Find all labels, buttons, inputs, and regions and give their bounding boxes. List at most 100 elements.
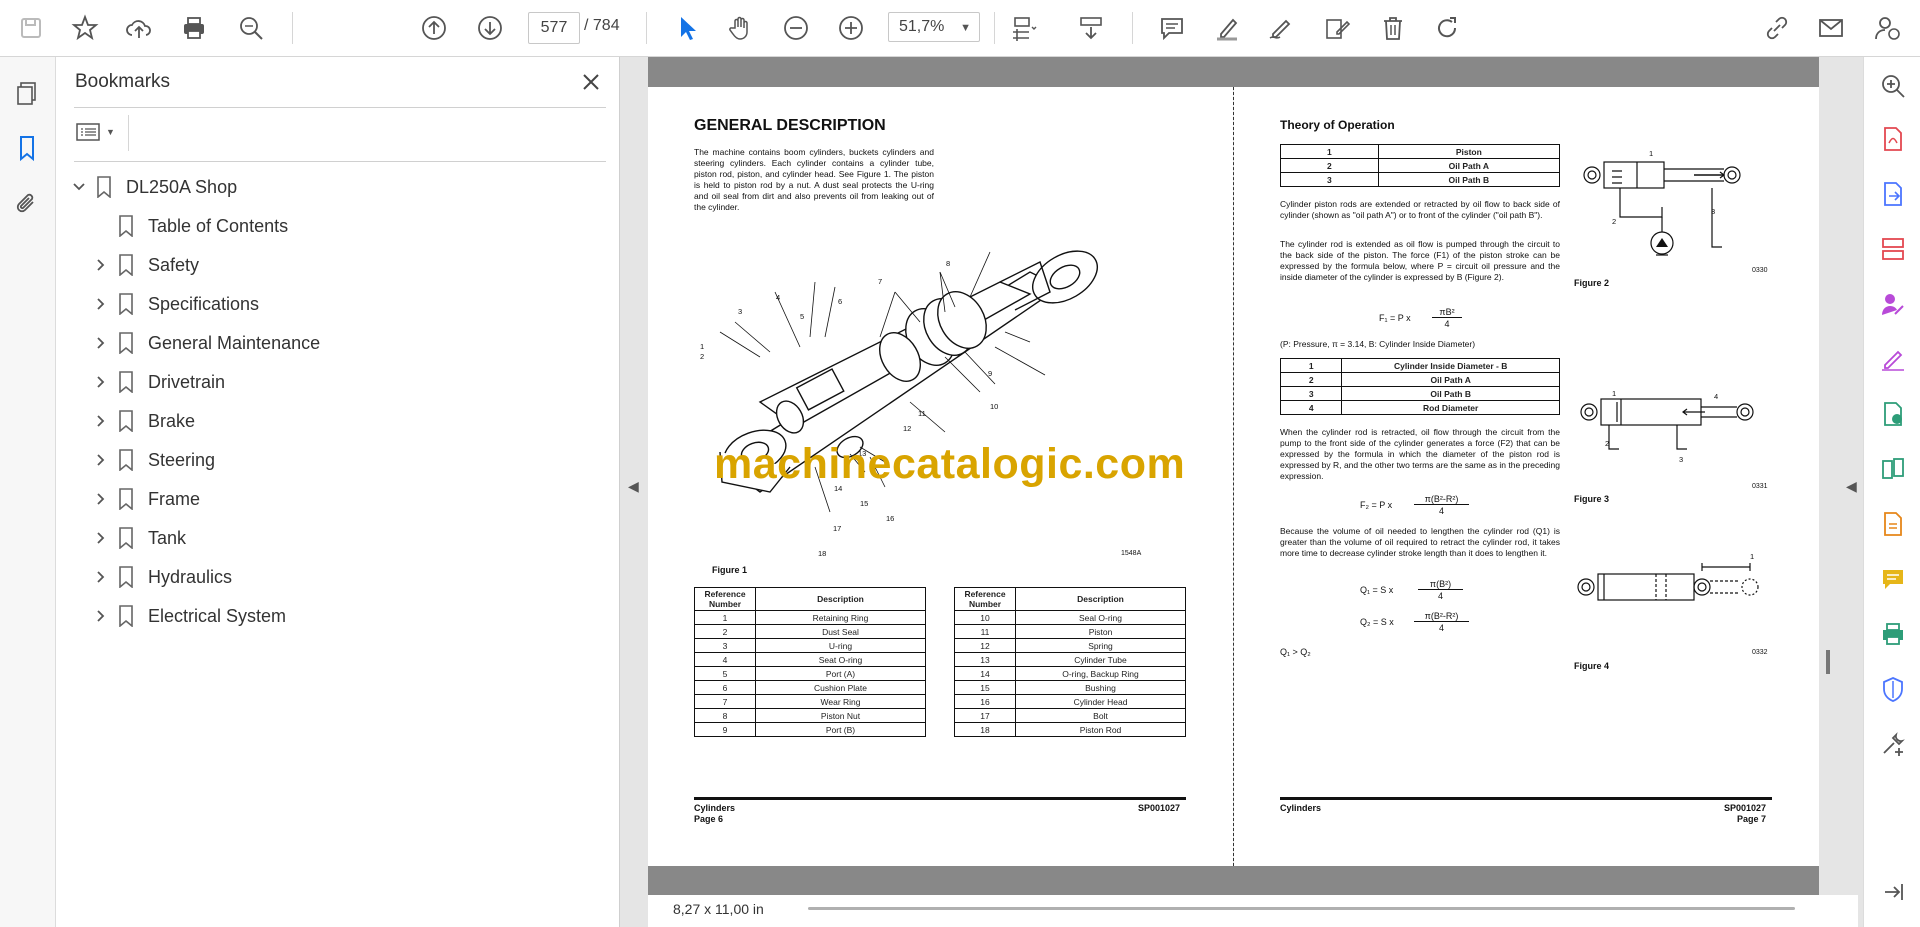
page-number-input[interactable]: 577 — [528, 12, 580, 44]
footer-page-number: Page 6 — [694, 814, 724, 824]
pages-thumbnail-icon[interactable] — [8, 74, 46, 112]
table-cell: 1 — [1279, 358, 1343, 373]
zoom-search-icon[interactable] — [1876, 69, 1910, 103]
organize-pages-icon[interactable] — [1876, 232, 1910, 266]
bookmark-panel-icon[interactable] — [8, 129, 46, 167]
chevron-right-icon[interactable] — [90, 258, 112, 272]
chevron-right-icon[interactable] — [90, 492, 112, 506]
bookmark-item[interactable]: Specifications — [90, 287, 259, 321]
select-cursor-icon[interactable] — [668, 9, 706, 47]
figure-label: 2 — [1612, 217, 1617, 226]
vertical-scrollbar-thumb[interactable] — [1826, 650, 1830, 674]
table-cell: 2 — [1279, 372, 1343, 387]
table-row: 4 Seat O-ring — [694, 652, 926, 667]
table-row: 2 Dust Seal — [694, 624, 926, 639]
figure-label: 1 — [1612, 389, 1617, 398]
previous-page-icon[interactable] — [415, 9, 453, 47]
fill-sign-icon[interactable] — [1876, 342, 1910, 376]
toolbar-separator — [1132, 12, 1133, 44]
draw-icon[interactable] — [1262, 9, 1300, 47]
chevron-right-icon[interactable] — [90, 531, 112, 545]
export-pdf-icon[interactable] — [1876, 177, 1910, 211]
next-page-icon[interactable] — [471, 9, 509, 47]
bookmark-item[interactable]: Hydraulics — [90, 560, 232, 594]
table-header-cell: Description — [755, 587, 926, 611]
table-row: 1 Piston — [1280, 144, 1561, 159]
print-icon[interactable] — [175, 9, 213, 47]
email-icon[interactable] — [1812, 9, 1850, 47]
protect-icon[interactable] — [1876, 672, 1910, 706]
horizontal-scrollbar[interactable] — [808, 907, 1795, 910]
cloud-upload-icon[interactable] — [120, 9, 158, 47]
expand-right-panel-icon[interactable]: ◀ — [1846, 478, 1857, 495]
create-pdf-icon[interactable] — [1876, 122, 1910, 156]
table-cell: 3 — [1279, 386, 1343, 401]
toolbar-separator — [994, 12, 995, 44]
share-link-icon[interactable] — [1758, 9, 1796, 47]
send-file-icon[interactable] — [1876, 397, 1910, 431]
zoom-level-select[interactable]: 51,7% ▼ — [888, 12, 980, 42]
table-cell: Cylinder Inside Diameter - B — [1341, 358, 1560, 373]
bookmark-item[interactable]: Frame — [90, 482, 200, 516]
chevron-right-icon[interactable] — [90, 609, 112, 623]
formula-q1-denominator: 4 — [1437, 591, 1443, 601]
close-icon[interactable] — [576, 67, 606, 97]
bookmarks-panel-title: Bookmarks — [75, 71, 171, 92]
hand-tool-icon[interactable] — [722, 9, 760, 47]
edit-text-icon[interactable] — [1318, 9, 1356, 47]
table-cell: 18 — [954, 722, 1016, 737]
chevron-right-icon[interactable] — [90, 414, 112, 428]
callout-number: 6 — [838, 297, 843, 306]
save-icon[interactable] — [12, 9, 50, 47]
bookmark-item[interactable]: Tank — [90, 521, 186, 555]
table-row: 9 Port (B) — [694, 722, 926, 737]
bookmark-label: Frame — [148, 488, 201, 509]
comment-tool-icon[interactable] — [1876, 562, 1910, 596]
attachments-icon[interactable] — [8, 184, 46, 222]
bookmark-item[interactable]: General Maintenance — [90, 326, 320, 360]
bookmark-item[interactable]: Table of Contents — [90, 209, 288, 243]
more-tools-icon[interactable] — [1876, 727, 1910, 761]
table-row: 13 Cylinder Tube — [954, 652, 1186, 667]
find-icon[interactable] — [232, 9, 270, 47]
delete-icon[interactable] — [1374, 9, 1412, 47]
bookmark-root[interactable]: DL250A Shop — [68, 170, 237, 204]
request-signature-icon[interactable] — [1876, 287, 1910, 321]
bookmark-item[interactable]: Steering — [90, 443, 215, 477]
callout-number: 16 — [886, 514, 895, 523]
scroll-mode-icon[interactable] — [1072, 9, 1110, 47]
bookmark-label: Drivetrain — [148, 371, 226, 392]
highlight-icon[interactable] — [1208, 9, 1246, 47]
page-fit-icon[interactable] — [1004, 9, 1042, 47]
zoom-out-icon[interactable] — [777, 9, 815, 47]
bookmark-item[interactable]: Drivetrain — [90, 365, 225, 399]
bookmark-item[interactable]: Brake — [90, 404, 195, 438]
redo-icon[interactable] — [1428, 9, 1466, 47]
paragraph: Because the volume of oil needed to leng… — [1280, 526, 1560, 558]
bookmark-options-button[interactable]: ▼ — [76, 117, 120, 147]
chevron-right-icon[interactable] — [90, 375, 112, 389]
bookmark-item[interactable]: Electrical System — [90, 599, 286, 633]
toolbar-separator — [646, 12, 647, 44]
table-row: 18 Piston Rod — [954, 722, 1186, 737]
table-row: 17 Bolt — [954, 708, 1186, 723]
star-icon[interactable] — [66, 9, 104, 47]
collapse-left-panel-icon[interactable]: ◀ — [628, 478, 639, 495]
print-production-icon[interactable] — [1876, 617, 1910, 651]
chevron-right-icon[interactable] — [90, 570, 112, 584]
account-help-icon[interactable] — [1868, 9, 1906, 47]
table-cell: Piston — [1377, 144, 1561, 159]
table-cell: Oil Path B — [1377, 172, 1561, 187]
compare-files-icon[interactable] — [1876, 452, 1910, 486]
collapse-tools-icon[interactable] — [1876, 875, 1910, 909]
chevron-right-icon[interactable] — [90, 336, 112, 350]
chevron-right-icon[interactable] — [90, 453, 112, 467]
chevron-right-icon[interactable] — [90, 297, 112, 311]
figure-label: 3 — [1679, 455, 1684, 464]
zoom-in-icon[interactable] — [832, 9, 870, 47]
edit-pdf-icon[interactable] — [1876, 507, 1910, 541]
bookmark-item[interactable]: Safety — [90, 248, 199, 282]
chevron-down-icon[interactable] — [68, 180, 90, 194]
comment-icon[interactable] — [1153, 9, 1191, 47]
bookmark-icon — [119, 293, 133, 315]
